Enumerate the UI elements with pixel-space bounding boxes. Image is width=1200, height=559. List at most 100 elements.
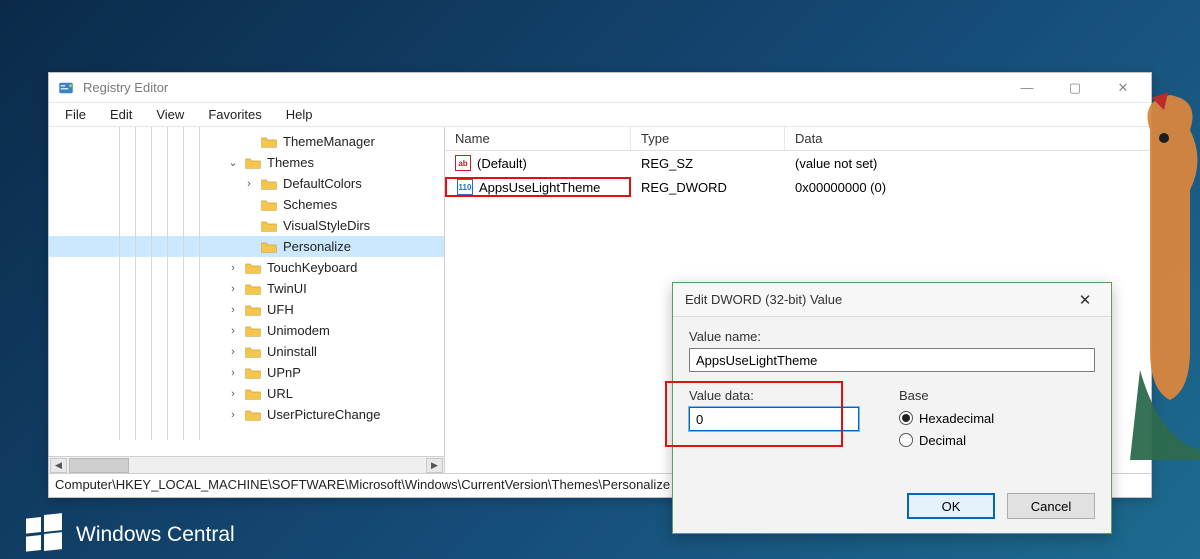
value-name-label: Value name:: [689, 329, 1095, 344]
tree-item-label: Unimodem: [267, 323, 330, 338]
expander-icon[interactable]: ›: [227, 388, 239, 400]
regedit-icon: [57, 79, 75, 97]
dialog-close-button[interactable]: ✕: [1071, 291, 1099, 309]
dialog-titlebar: Edit DWORD (32-bit) Value ✕: [673, 283, 1111, 317]
col-header-data[interactable]: Data: [785, 127, 1151, 150]
value-data-input[interactable]: [689, 407, 859, 431]
cell-name: 110 AppsUseLightTheme: [445, 177, 631, 197]
base-group-label: Base: [899, 388, 1095, 403]
expander-icon[interactable]: ›: [227, 304, 239, 316]
menu-edit[interactable]: Edit: [100, 104, 142, 125]
tree-item-themes[interactable]: ⌄ Themes: [49, 152, 444, 173]
tree-item-upnp[interactable]: › UPnP: [49, 362, 444, 383]
folder-icon: [245, 156, 261, 170]
scroll-track[interactable]: [69, 458, 424, 473]
col-header-name[interactable]: Name: [445, 127, 631, 150]
titlebar: Registry Editor — ▢ ✕: [49, 73, 1151, 103]
menu-help[interactable]: Help: [276, 104, 323, 125]
tree-item-label: URL: [267, 386, 293, 401]
expander-icon[interactable]: ›: [227, 346, 239, 358]
tree-item-thememanager[interactable]: ThemeManager: [49, 131, 444, 152]
tree-item-userpicturechange[interactable]: ›UserPictureChange: [49, 404, 444, 425]
tree-item-label: Uninstall: [267, 344, 317, 359]
tree-item-label: Themes: [267, 155, 314, 170]
cell-name: ab(Default): [445, 155, 631, 171]
close-icon: ✕: [1079, 292, 1092, 309]
brand-text: Windows Central: [76, 523, 235, 547]
tree-item-visualstyledirs[interactable]: VisualStyleDirs: [49, 215, 444, 236]
scroll-right-button[interactable]: ▶: [426, 458, 443, 473]
expander-icon[interactable]: ⌄: [227, 157, 239, 169]
edit-dword-dialog: Edit DWORD (32-bit) Value ✕ Value name: …: [672, 282, 1112, 534]
scroll-left-button[interactable]: ◀: [50, 458, 67, 473]
tree-item-label: TouchKeyboard: [267, 260, 357, 275]
dialog-body: Value name: Value data: Base Hexadecimal…: [673, 317, 1111, 493]
expander-icon: [243, 241, 255, 253]
list-row[interactable]: 110 AppsUseLightTheme REG_DWORD0x00000000 …: [445, 175, 1151, 199]
folder-icon: [261, 135, 277, 149]
expander-icon[interactable]: ›: [227, 367, 239, 379]
dword-value-icon: 110: [457, 179, 473, 195]
tree-item-personalize[interactable]: Personalize: [49, 236, 444, 257]
list-header: Name Type Data: [445, 127, 1151, 151]
tree-horizontal-scrollbar[interactable]: ◀ ▶: [49, 456, 444, 473]
tree-item-label: TwinUI: [267, 281, 307, 296]
folder-icon: [245, 282, 261, 296]
folder-icon: [245, 303, 261, 317]
expander-icon[interactable]: ›: [227, 262, 239, 274]
cell-data: 0x00000000 (0): [785, 180, 1151, 195]
tree-body[interactable]: ThemeManager ⌄ Themes ›DefaultColors Schemes…: [49, 127, 444, 456]
folder-icon: [261, 177, 277, 191]
tree-item-label: Personalize: [283, 239, 351, 254]
tree-item-twinui[interactable]: › TwinUI: [49, 278, 444, 299]
list-row[interactable]: ab(Default)REG_SZ(value not set): [445, 151, 1151, 175]
tree-item-defaultcolors[interactable]: ›DefaultColors: [49, 173, 444, 194]
folder-icon: [261, 198, 277, 212]
tree-item-touchkeyboard[interactable]: › TouchKeyboard: [49, 257, 444, 278]
cancel-button[interactable]: Cancel: [1007, 493, 1095, 519]
cell-type: REG_DWORD: [631, 180, 785, 195]
tree-item-label: UPnP: [267, 365, 301, 380]
value-name-input[interactable]: [689, 348, 1095, 372]
menu-favorites[interactable]: Favorites: [198, 104, 271, 125]
radio-hex-label: Hexadecimal: [919, 411, 994, 426]
minimize-button[interactable]: —: [1007, 74, 1047, 102]
close-button[interactable]: ✕: [1103, 74, 1143, 102]
dialog-buttons: OK Cancel: [673, 493, 1111, 533]
expander-icon[interactable]: ›: [227, 325, 239, 337]
expander-icon[interactable]: ›: [227, 409, 239, 421]
cell-data: (value not set): [785, 156, 1151, 171]
maximize-icon: ▢: [1069, 80, 1081, 96]
col-header-type[interactable]: Type: [631, 127, 785, 150]
radio-dec-label: Decimal: [919, 433, 966, 448]
window-title: Registry Editor: [83, 80, 168, 95]
chevron-right-icon: ▶: [431, 460, 438, 471]
tree-item-label: UFH: [267, 302, 294, 317]
tree-item-ufh[interactable]: › UFH: [49, 299, 444, 320]
tree-item-url[interactable]: › URL: [49, 383, 444, 404]
value-name-text: AppsUseLightTheme: [479, 180, 600, 195]
expander-icon[interactable]: ›: [243, 178, 255, 190]
tree-item-label: Schemes: [283, 197, 337, 212]
tree-item-unimodem[interactable]: › Unimodem: [49, 320, 444, 341]
tree-item-label: VisualStyleDirs: [283, 218, 370, 233]
expander-icon: [243, 220, 255, 232]
cell-type: REG_SZ: [631, 156, 785, 171]
maximize-button[interactable]: ▢: [1055, 74, 1095, 102]
folder-icon: [245, 324, 261, 338]
close-icon: ✕: [1118, 80, 1129, 96]
radio-decimal[interactable]: Decimal: [899, 429, 1095, 451]
folder-icon: [261, 219, 277, 233]
tree-item-schemes[interactable]: Schemes: [49, 194, 444, 215]
tree-item-uninstall[interactable]: › Uninstall: [49, 341, 444, 362]
radio-icon: [899, 433, 913, 447]
menu-file[interactable]: File: [55, 104, 96, 125]
radio-hexadecimal[interactable]: Hexadecimal: [899, 407, 1095, 429]
dialog-title-text: Edit DWORD (32-bit) Value: [685, 292, 842, 307]
menu-view[interactable]: View: [146, 104, 194, 125]
expander-icon[interactable]: ›: [227, 283, 239, 295]
scroll-thumb[interactable]: [69, 458, 129, 473]
ok-button[interactable]: OK: [907, 493, 995, 519]
folder-icon: [245, 408, 261, 422]
tree-item-label: ThemeManager: [283, 134, 375, 149]
